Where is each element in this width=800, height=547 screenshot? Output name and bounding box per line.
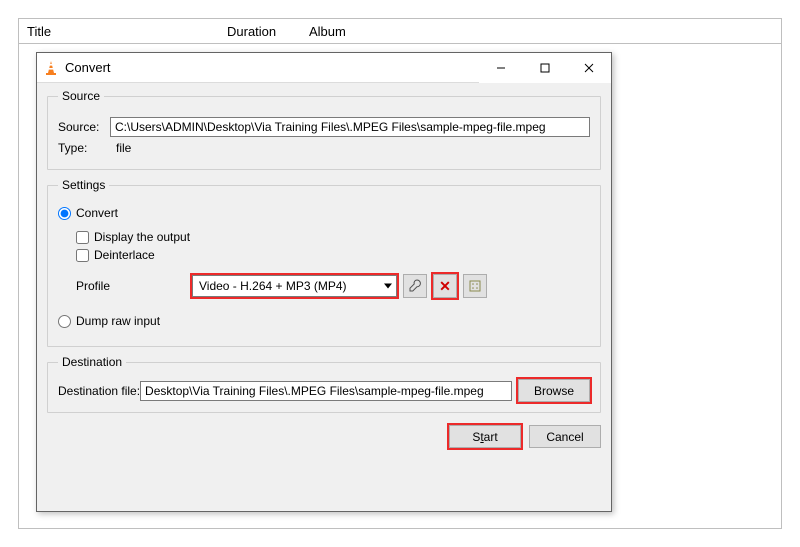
profile-label: Profile bbox=[76, 279, 192, 293]
type-value: file bbox=[116, 141, 131, 155]
profile-select[interactable]: Video - H.264 + MP3 (MP4) bbox=[192, 275, 397, 297]
dump-raw-radio-input[interactable] bbox=[58, 315, 71, 328]
close-button[interactable] bbox=[567, 53, 611, 83]
convert-radio-input[interactable] bbox=[58, 207, 71, 220]
vlc-cone-icon bbox=[43, 60, 59, 76]
source-input[interactable] bbox=[110, 117, 590, 137]
minimize-button[interactable] bbox=[479, 53, 523, 83]
deinterlace-input[interactable] bbox=[76, 249, 89, 262]
dialog-footer: Start Cancel bbox=[47, 421, 601, 448]
display-output-checkbox[interactable]: Display the output bbox=[76, 230, 590, 244]
source-label: Source: bbox=[58, 120, 110, 134]
new-profile-button[interactable] bbox=[463, 274, 487, 298]
chevron-down-icon bbox=[384, 284, 392, 289]
edit-profile-button[interactable] bbox=[403, 274, 427, 298]
delete-profile-button[interactable]: ✕ bbox=[433, 274, 457, 298]
deinterlace-checkbox[interactable]: Deinterlace bbox=[76, 248, 590, 262]
maximize-button[interactable] bbox=[523, 53, 567, 83]
destination-group: Destination Destination file: Browse bbox=[47, 355, 601, 413]
dump-raw-radio[interactable]: Dump raw input bbox=[58, 314, 590, 328]
deinterlace-label: Deinterlace bbox=[94, 248, 155, 262]
column-header-album[interactable]: Album bbox=[301, 20, 354, 43]
dump-raw-label: Dump raw input bbox=[76, 314, 160, 328]
titlebar: Convert bbox=[37, 53, 611, 83]
column-header-title[interactable]: Title bbox=[19, 20, 219, 43]
start-button[interactable]: Start bbox=[449, 425, 521, 448]
display-output-label: Display the output bbox=[94, 230, 190, 244]
display-output-input[interactable] bbox=[76, 231, 89, 244]
column-header-duration[interactable]: Duration bbox=[219, 20, 301, 43]
playlist-header: Title Duration Album bbox=[18, 18, 782, 44]
convert-radio[interactable]: Convert bbox=[58, 206, 590, 220]
settings-legend: Settings bbox=[58, 178, 109, 192]
new-profile-icon bbox=[468, 279, 482, 293]
settings-group: Settings Convert Display the output Dein… bbox=[47, 178, 601, 347]
browse-button[interactable]: Browse bbox=[518, 379, 590, 402]
destination-legend: Destination bbox=[58, 355, 126, 369]
profile-value: Video - H.264 + MP3 (MP4) bbox=[199, 279, 347, 293]
type-label: Type: bbox=[58, 141, 110, 155]
source-legend: Source bbox=[58, 89, 104, 103]
convert-dialog: Convert Source Source: Type: file Settin… bbox=[36, 52, 612, 512]
dialog-body: Source Source: Type: file Settings Conve… bbox=[37, 83, 611, 511]
dialog-title: Convert bbox=[65, 60, 111, 75]
source-group: Source Source: Type: file bbox=[47, 89, 601, 170]
x-icon: ✕ bbox=[439, 279, 451, 293]
convert-radio-label: Convert bbox=[76, 206, 118, 220]
cancel-button[interactable]: Cancel bbox=[529, 425, 601, 448]
wrench-icon bbox=[408, 279, 422, 293]
destination-label: Destination file: bbox=[58, 384, 140, 398]
destination-input[interactable] bbox=[140, 381, 512, 401]
